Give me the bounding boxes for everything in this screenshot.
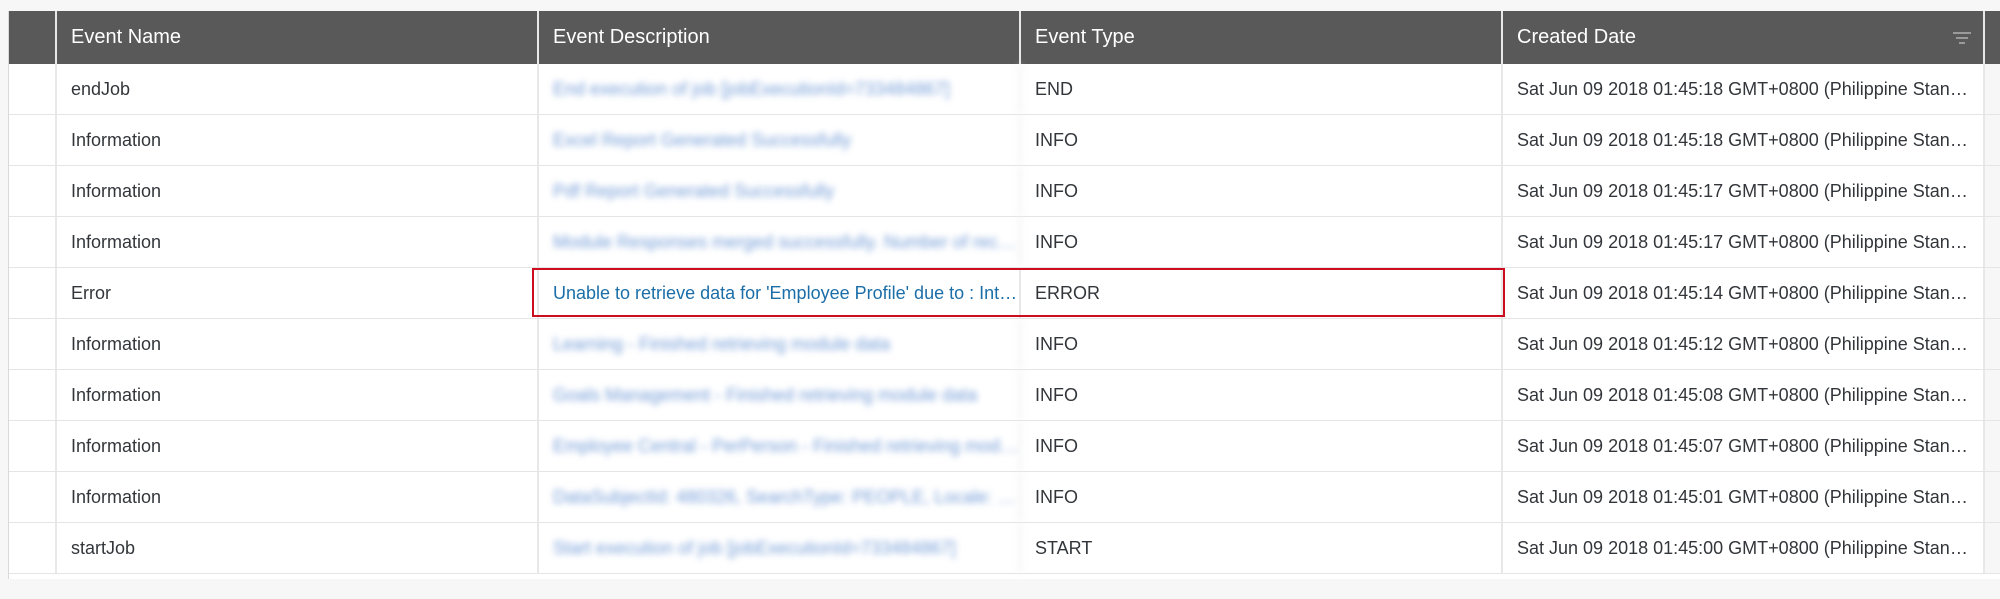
row-select-cell[interactable] (9, 472, 57, 522)
table-body: endJob End execution of job [jobExecution… (9, 64, 2000, 574)
row-select-cell[interactable] (9, 421, 57, 471)
event-name-cell: endJob (57, 64, 539, 114)
created-date-cell: Sat Jun 09 2018 01:45:12 GMT+0800 (Phili… (1503, 319, 1985, 369)
event-name-cell: Error (57, 268, 539, 318)
created-date-cell: Sat Jun 09 2018 01:45:14 GMT+0800 (Phili… (1503, 268, 1985, 318)
column-header-created-date[interactable]: Created Date (1503, 11, 1985, 64)
row-spacer (1985, 370, 2000, 420)
row-spacer (1985, 421, 2000, 471)
event-type-cell: END (1021, 64, 1503, 114)
row-spacer (1985, 523, 2000, 573)
event-description-cell: Learning - Finished retrieving module da… (539, 319, 1021, 369)
event-description-cell: Start execution of job [jobExecutionId=7… (539, 523, 1021, 573)
event-name-cell: Information (57, 421, 539, 471)
row-spacer (1985, 217, 2000, 267)
event-type-cell: INFO (1021, 421, 1503, 471)
column-header-event-description[interactable]: Event Description (539, 11, 1021, 64)
row-select-cell[interactable] (9, 166, 57, 216)
event-type-cell: INFO (1021, 472, 1503, 522)
row-select-cell[interactable] (9, 370, 57, 420)
row-spacer (1985, 472, 2000, 522)
table-row[interactable]: Information Module Responses merged succe… (9, 217, 2000, 268)
event-name-cell: Information (57, 115, 539, 165)
created-date-cell: Sat Jun 09 2018 01:45:00 GMT+0800 (Phili… (1503, 523, 1985, 573)
event-description-cell[interactable]: Unable to retrieve data for 'Employee Pr… (539, 268, 1021, 318)
event-description-cell: Pdf Report Generated Successfully (539, 166, 1021, 216)
table-row[interactable]: Information DataSubjectId: 480326, Search… (9, 472, 2000, 523)
row-spacer (1985, 115, 2000, 165)
event-type-cell: INFO (1021, 217, 1503, 267)
created-date-cell: Sat Jun 09 2018 01:45:17 GMT+0800 (Phili… (1503, 166, 1985, 216)
row-select-cell[interactable] (9, 64, 57, 114)
event-name-cell: Information (57, 472, 539, 522)
event-type-cell: INFO (1021, 370, 1503, 420)
row-select-cell[interactable] (9, 523, 57, 573)
created-date-cell: Sat Jun 09 2018 01:45:17 GMT+0800 (Phili… (1503, 217, 1985, 267)
event-type-cell: INFO (1021, 319, 1503, 369)
created-date-cell: Sat Jun 09 2018 01:45:08 GMT+0800 (Phili… (1503, 370, 1985, 420)
row-select-cell[interactable] (9, 115, 57, 165)
event-type-cell: ERROR (1021, 268, 1503, 318)
event-description-cell: Excel Report Generated Successfully (539, 115, 1021, 165)
column-header-event-type[interactable]: Event Type (1021, 11, 1503, 64)
table-row[interactable]: Information Employee Central - PerPerson … (9, 421, 2000, 472)
created-date-cell: Sat Jun 09 2018 01:45:01 GMT+0800 (Phili… (1503, 472, 1985, 522)
column-header-event-name[interactable]: Event Name (57, 11, 539, 64)
row-select-cell[interactable] (9, 217, 57, 267)
filter-icon[interactable] (1953, 32, 1971, 44)
table-row[interactable]: Information Learning - Finished retrievin… (9, 319, 2000, 370)
event-name-cell: startJob (57, 523, 539, 573)
event-description-cell: Employee Central - PerPerson - Finished … (539, 421, 1021, 471)
row-select-cell[interactable] (9, 319, 57, 369)
event-name-cell: Information (57, 217, 539, 267)
table-row[interactable]: Information Pdf Report Generated Successf… (9, 166, 2000, 217)
event-name-cell: Information (57, 370, 539, 420)
event-description-cell: Module Responses merged successfully. Nu… (539, 217, 1021, 267)
created-date-cell: Sat Jun 09 2018 01:45:18 GMT+0800 (Phili… (1503, 64, 1985, 114)
table-row[interactable]: Information Excel Report Generated Succes… (9, 115, 2000, 166)
table-header: Event Name Event Description Event Type … (9, 11, 2000, 64)
column-header-created-date-label: Created Date (1517, 26, 1636, 48)
event-type-cell: INFO (1021, 115, 1503, 165)
row-spacer (1985, 268, 2000, 318)
row-select-cell[interactable] (9, 268, 57, 318)
header-select-cell[interactable] (9, 11, 57, 64)
created-date-cell: Sat Jun 09 2018 01:45:07 GMT+0800 (Phili… (1503, 421, 1985, 471)
event-description-cell: DataSubjectId: 480326, SearchType: PEOPL… (539, 472, 1021, 522)
top-strip (0, 0, 2000, 11)
event-description-cell: Goals Management - Finished retrieving m… (539, 370, 1021, 420)
row-spacer (1985, 64, 2000, 114)
created-date-cell: Sat Jun 09 2018 01:45:18 GMT+0800 (Phili… (1503, 115, 1985, 165)
row-spacer (1985, 166, 2000, 216)
header-spacer (1985, 11, 2000, 64)
row-spacer (1985, 319, 2000, 369)
event-type-cell: INFO (1021, 166, 1503, 216)
table-row[interactable]: Information Goals Management - Finished r… (9, 370, 2000, 421)
event-name-cell: Information (57, 166, 539, 216)
table-row[interactable]: startJob Start execution of job [jobExecu… (9, 523, 2000, 574)
table-row[interactable]: Error Unable to retrieve data for 'Employ… (9, 268, 2000, 319)
event-type-cell: START (1021, 523, 1503, 573)
event-name-cell: Information (57, 319, 539, 369)
bottom-area (0, 579, 2000, 599)
events-table: Event Name Event Description Event Type … (8, 11, 2000, 579)
event-description-cell: End execution of job [jobExecutionId=733… (539, 64, 1021, 114)
table-row[interactable]: endJob End execution of job [jobExecution… (9, 64, 2000, 115)
